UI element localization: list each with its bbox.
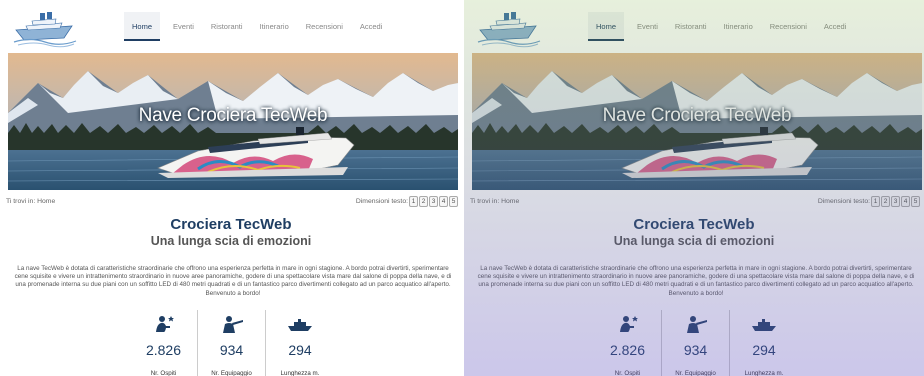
nav-item-recensioni[interactable]: Recensioni: [770, 12, 807, 41]
page-panel-2: Home Eventi Ristoranti Itinerario Recensioni…: [462, 0, 924, 376]
text-size-label: Dimensioni testo:: [817, 197, 870, 205]
stat-value: 294: [752, 342, 776, 358]
stat-label: Nr. Equipaggio: [211, 370, 252, 376]
nav-item-eventi[interactable]: Eventi: [173, 12, 194, 41]
nav-item-itinerario[interactable]: Itinerario: [724, 12, 753, 41]
page-title: Crociera TecWeb: [170, 216, 292, 233]
cruise-ship-logo-icon[interactable]: [476, 4, 542, 48]
stat-item: 294 Lunghezza m.: [730, 310, 798, 376]
stat-label: Nr. Ospiti: [614, 370, 641, 376]
stat-item: 2.826 Nr. Ospiti: [130, 310, 198, 376]
crew-icon: [684, 314, 708, 334]
page-panel-1: Home Eventi Ristoranti Itinerario Recensioni…: [0, 0, 462, 376]
stat-item: 294 Lunghezza m.: [266, 310, 334, 376]
stat-value: 294: [288, 342, 312, 358]
ship-description: La nave TecWeb è dotata di caratteristic…: [14, 265, 452, 297]
ship-stats: 2.826 Nr. Ospiti 934 Nr. Equipaggio 294 …: [130, 310, 334, 376]
hero-title: Nave Crociera TecWeb: [138, 105, 328, 126]
nav-item-itinerario[interactable]: Itinerario: [260, 12, 289, 41]
nav-item-recensioni[interactable]: Recensioni: [306, 12, 343, 41]
text-size-button-5[interactable]: 5: [911, 195, 920, 207]
hero-title: Nave Crociera TecWeb: [602, 105, 792, 126]
nav-item-ristoranti[interactable]: Ristoranti: [675, 12, 707, 41]
nav-item-home[interactable]: Home: [124, 12, 161, 41]
hero-banner: Nave Crociera TecWeb: [472, 53, 922, 190]
site-header: Home Eventi Ristoranti Itinerario Recensioni…: [0, 0, 462, 52]
stat-value: 2.826: [609, 342, 646, 358]
text-size-control: Dimensioni testo: 12345: [355, 195, 458, 207]
text-size-control: Dimensioni testo: 12345: [817, 195, 920, 207]
breadcrumb: Ti trovi in: Home: [6, 197, 56, 205]
stat-label: Nr. Equipaggio: [675, 370, 716, 376]
stat-item: 934 Nr. Equipaggio: [662, 310, 730, 376]
stat-item: 934 Nr. Equipaggio: [198, 310, 266, 376]
text-size-label: Dimensioni testo:: [355, 197, 408, 205]
nav-item-home[interactable]: Home: [588, 12, 625, 41]
guests-icon: [616, 314, 640, 334]
nav-item-accedi[interactable]: Accedi: [824, 12, 847, 41]
text-size-button-3[interactable]: 3: [891, 195, 900, 207]
text-size-button-1[interactable]: 1: [871, 195, 880, 207]
ship-icon: [750, 314, 778, 334]
site-header: Home Eventi Ristoranti Itinerario Recensioni…: [464, 0, 924, 52]
text-size-button-4[interactable]: 4: [901, 195, 910, 207]
page-title: Crociera TecWeb: [633, 216, 755, 233]
text-size-button-4[interactable]: 4: [439, 195, 448, 207]
nav-item-accedi[interactable]: Accedi: [360, 12, 383, 41]
page-subtitle: Una lunga scia di emozioni: [150, 234, 312, 248]
ship-description: La nave TecWeb è dotata di caratteristic…: [477, 265, 915, 297]
stat-value: 934: [219, 342, 244, 358]
info-bar: Ti trovi in: Home Dimensioni testo: 1234…: [6, 194, 458, 208]
main-nav: Home Eventi Ristoranti Itinerario Recensioni…: [124, 12, 399, 41]
stat-value: 2.826: [145, 342, 182, 358]
text-size-button-3[interactable]: 3: [429, 195, 438, 207]
hero-banner: Nave Crociera TecWeb: [8, 53, 458, 190]
stat-label: Lunghezza m.: [744, 370, 784, 376]
text-size-button-5[interactable]: 5: [449, 195, 458, 207]
cruise-ship-logo-icon[interactable]: [12, 4, 78, 48]
stat-label: Nr. Ospiti: [150, 370, 177, 376]
nav-item-eventi[interactable]: Eventi: [637, 12, 658, 41]
page-subtitle: Una lunga scia di emozioni: [613, 234, 775, 248]
breadcrumb: Ti trovi in: Home: [470, 197, 520, 205]
stat-value: 934: [683, 342, 708, 358]
text-size-button-1[interactable]: 1: [409, 195, 418, 207]
stat-item: 2.826 Nr. Ospiti: [594, 310, 662, 376]
nav-item-ristoranti[interactable]: Ristoranti: [211, 12, 243, 41]
ship-stats: 2.826 Nr. Ospiti 934 Nr. Equipaggio 294 …: [594, 310, 798, 376]
ship-icon: [286, 314, 314, 334]
guests-icon: [152, 314, 176, 334]
stat-label: Lunghezza m.: [280, 370, 320, 376]
text-size-button-2[interactable]: 2: [881, 195, 890, 207]
text-size-button-2[interactable]: 2: [419, 195, 428, 207]
crew-icon: [220, 314, 244, 334]
main-nav: Home Eventi Ristoranti Itinerario Recensioni…: [588, 12, 863, 41]
info-bar: Ti trovi in: Home Dimensioni testo: 1234…: [470, 194, 920, 208]
